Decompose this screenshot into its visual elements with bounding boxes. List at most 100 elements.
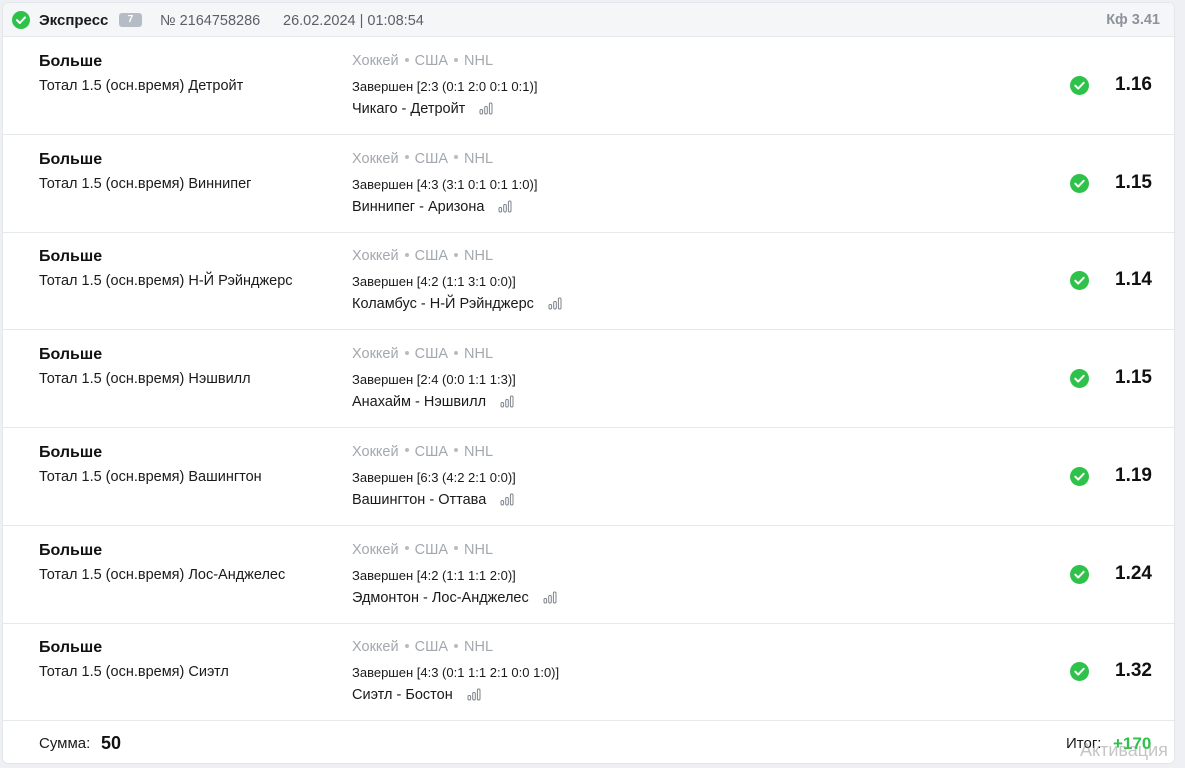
match-teams[interactable]: Коламбус - Н-Й Рэйнджерс	[352, 296, 534, 312]
bet-row: Больше Тотал 1.5 (осн.время) Н-Й Рэйнджер…	[3, 232, 1174, 331]
bet-market: Тотал 1.5 (осн.время) Лос-Анджелес	[39, 566, 286, 583]
stats-icon[interactable]	[498, 200, 512, 217]
match-teams[interactable]: Эдмонтон - Лос-Анджелес	[352, 590, 529, 606]
bet-market: Тотал 1.5 (осн.время) Сиэтл	[39, 664, 229, 681]
league-name: NHL	[464, 541, 494, 558]
bet-row: Больше Тотал 1.5 (осн.время) Сиэтл Хоккей С…	[3, 623, 1174, 722]
league-name: NHL	[464, 346, 494, 363]
won-check-icon	[1070, 466, 1089, 486]
country-name: США	[414, 639, 449, 656]
bet-row: Больше Тотал 1.5 (осн.время) Лос-Анджелес…	[3, 526, 1174, 624]
won-check-icon	[1070, 369, 1089, 389]
match-teams[interactable]: Анахайм - Нэшвилл	[352, 394, 486, 410]
match-teams[interactable]: Виннипег - Аризона	[352, 199, 484, 215]
match-teams[interactable]: Сиэтл - Бостон	[352, 687, 453, 703]
bet-market: Тотал 1.5 (осн.время) Виннипег	[39, 175, 252, 192]
match-teams[interactable]: Вашингтон - Оттава	[352, 492, 486, 508]
bet-market: Тотал 1.5 (осн.время) Вашингтон	[39, 468, 262, 485]
won-check-icon	[1070, 662, 1089, 682]
bet-row: Больше Тотал 1.5 (осн.время) Детройт Хокке…	[3, 37, 1174, 135]
bet-odds: 1.15	[1115, 171, 1152, 193]
event-league: Хоккей США NHL	[352, 346, 493, 362]
event-status: Завершен [2:4 (0:0 1:1 1:3)]	[352, 372, 516, 388]
event-league: Хоккей США NHL	[352, 639, 493, 655]
bet-odds: 1.16	[1115, 74, 1152, 95]
event-match: Эдмонтон - Лос-Анджелес	[352, 590, 557, 608]
bet-number: № 2164758286	[160, 13, 261, 29]
match-teams[interactable]: Чикаго - Детройт	[352, 101, 465, 117]
stake-value: 50	[101, 733, 122, 753]
stats-icon[interactable]	[500, 395, 514, 412]
country-name: США	[414, 248, 449, 265]
stats-icon[interactable]	[467, 688, 481, 705]
bet-odds: 1.14	[1115, 269, 1152, 291]
won-check-icon	[1070, 564, 1089, 584]
event-league: Хоккей США NHL	[352, 542, 493, 558]
bet-odds: 1.15	[1115, 367, 1152, 389]
bet-kind-label: Экспресс	[39, 12, 109, 29]
league-name: NHL	[464, 248, 494, 265]
success-check-icon	[12, 11, 30, 29]
separator-dot	[454, 546, 459, 551]
total-coefficient: Кф 3.41	[1106, 12, 1160, 28]
bet-odds: 1.24	[1115, 562, 1152, 584]
event-league: Хоккей США NHL	[352, 248, 493, 264]
bet-row: Больше Тотал 1.5 (осн.время) Вашингтон Хок…	[3, 428, 1174, 526]
separator-dot	[454, 155, 459, 160]
event-match: Коламбус - Н-Й Рэйнджерс	[352, 296, 562, 314]
event-match: Чикаго - Детройт	[352, 101, 493, 119]
separator-dot	[404, 448, 409, 453]
bet-odds: 1.32	[1115, 660, 1152, 682]
stats-icon[interactable]	[543, 591, 557, 608]
bet-outcome: Больше	[39, 541, 103, 559]
stats-icon[interactable]	[548, 297, 562, 314]
sport-name: Хоккей	[352, 541, 399, 558]
sport-name: Хоккей	[352, 443, 399, 460]
sport-name: Хоккей	[352, 639, 399, 656]
separator-dot	[454, 448, 459, 453]
bet-row: Больше Тотал 1.5 (осн.время) Нэшвилл Хокке…	[3, 330, 1174, 429]
stats-icon[interactable]	[479, 102, 493, 119]
bet-odds: 1.19	[1115, 464, 1152, 486]
separator-dot	[404, 546, 409, 551]
event-status: Завершен [4:2 (1:1 3:1 0:0)]	[352, 274, 516, 290]
event-status: Завершен [4:2 (1:1 1:1 2:0)]	[352, 567, 516, 583]
event-match: Анахайм - Нэшвилл	[352, 394, 514, 412]
separator-dot	[404, 643, 409, 648]
stats-icon[interactable]	[500, 493, 514, 510]
country-name: США	[414, 53, 449, 69]
event-status: Завершен [4:3 (0:1 1:1 2:1 0:0 1:0)]	[352, 665, 560, 681]
event-league: Хоккей США NHL	[352, 53, 493, 69]
bet-outcome: Больше	[39, 53, 103, 70]
bet-market: Тотал 1.5 (осн.время) Нэшвилл	[39, 371, 251, 388]
event-match: Вашингтон - Оттава	[352, 492, 514, 510]
separator-dot	[454, 350, 459, 355]
activation-watermark: Активация	[1080, 740, 1168, 760]
bet-market: Тотал 1.5 (осн.время) Детройт	[39, 78, 244, 94]
league-name: NHL	[464, 53, 494, 69]
sport-name: Хоккей	[352, 346, 399, 363]
won-check-icon	[1070, 76, 1089, 95]
event-status: Завершен [4:3 (3:1 0:1 0:1 1:0)]	[352, 176, 538, 192]
bet-outcome: Больше	[39, 248, 103, 266]
bet-slip-header: Экспресс 7 № 2164758286 26.02.2024 | 01:…	[3, 3, 1174, 37]
won-check-icon	[1070, 271, 1089, 291]
event-league: Хоккей США NHL	[352, 444, 493, 460]
won-check-icon	[1070, 173, 1089, 193]
country-name: США	[414, 346, 449, 363]
sport-name: Хоккей	[352, 53, 399, 69]
bet-slip-footer: Сумма: 50 Итог: +170	[3, 721, 1174, 763]
separator-dot	[404, 57, 409, 62]
bet-outcome: Больше	[39, 639, 103, 657]
event-status: Завершен [2:3 (0:1 2:0 0:1 0:1)]	[352, 79, 538, 94]
separator-dot	[454, 643, 459, 648]
separator-dot	[454, 57, 459, 62]
bet-market: Тотал 1.5 (осн.время) Н-Й Рэйнджерс	[39, 273, 293, 290]
league-name: NHL	[464, 639, 494, 656]
country-name: США	[414, 541, 449, 558]
separator-dot	[454, 253, 459, 258]
bet-outcome: Больше	[39, 346, 103, 364]
event-league: Хоккей США NHL	[352, 151, 493, 167]
event-match: Виннипег - Аризона	[352, 199, 512, 217]
stake-label: Сумма:	[39, 735, 91, 752]
